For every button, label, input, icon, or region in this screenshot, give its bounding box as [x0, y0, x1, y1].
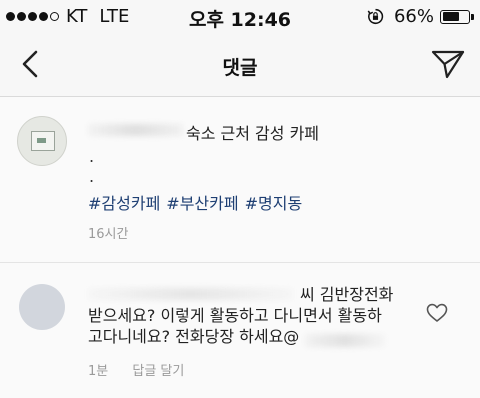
comment-line: 받으세요? 이렇게 활동하고 다니면서 활동하	[88, 306, 382, 325]
battery-level-fill	[442, 12, 459, 21]
like-button[interactable]	[424, 301, 450, 325]
avatar[interactable]	[17, 116, 67, 166]
share-button[interactable]	[428, 44, 468, 84]
comments-screen: KT LTE 오후 12:46 66% 댓글 숙소 근처 감성 카페 . . #…	[0, 0, 480, 398]
comment-meta: 1분 답글 달기	[88, 360, 204, 379]
avatar[interactable]	[19, 284, 65, 330]
battery-percent: 66%	[393, 6, 434, 27]
page-title: 댓글	[222, 57, 258, 79]
caption: 숙소 근처 감성 카페 . . #감성카페 #부산카페 #명지동 16시간	[0, 97, 480, 255]
caption-dot: .	[89, 147, 95, 166]
reply-button[interactable]: 답글 달기	[132, 364, 184, 379]
rotation-lock-icon	[367, 8, 384, 25]
navigation-bar: 댓글	[0, 34, 480, 97]
divider	[0, 262, 480, 263]
hashtag-link[interactable]: #부산카페	[166, 194, 238, 213]
status-bar: KT LTE 오후 12:46 66%	[0, 0, 480, 34]
heart-outline-icon	[426, 303, 448, 322]
mention-redacted	[305, 334, 385, 347]
comment-line: 씨 김반장전화	[300, 285, 394, 304]
status-right: 66%	[367, 6, 474, 27]
comment-timestamp: 1분	[88, 364, 109, 379]
hashtag-link[interactable]: #감성카페	[88, 194, 160, 213]
caption-timestamp: 16시간	[88, 227, 129, 242]
hashtag-list: #감성카페 #부산카페 #명지동	[88, 190, 308, 214]
hashtag-link[interactable]: #명지동	[245, 194, 303, 213]
caption-dot: .	[89, 167, 95, 186]
caption-text: 숙소 근처 감성 카페	[186, 124, 320, 143]
paper-plane-icon	[431, 50, 465, 79]
username-redacted	[88, 124, 183, 136]
battery-icon	[440, 9, 474, 24]
